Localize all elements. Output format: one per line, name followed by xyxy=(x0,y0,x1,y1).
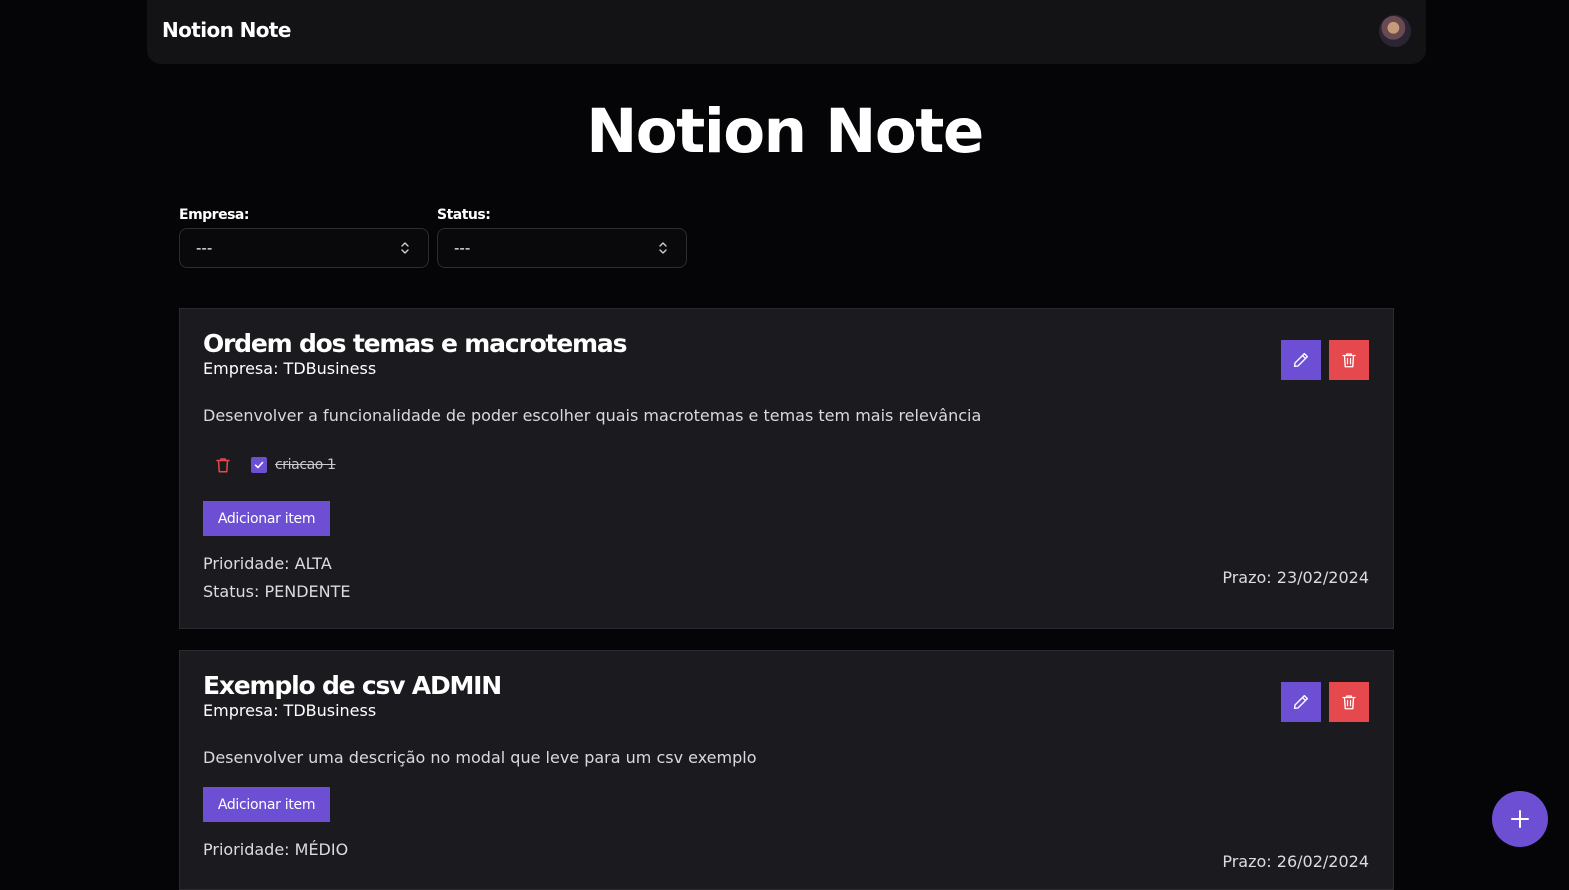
chevron-up-down-icon xyxy=(401,242,409,254)
add-item-button[interactable]: Adicionar item xyxy=(203,787,330,822)
trash-icon xyxy=(1342,353,1356,368)
pencil-icon xyxy=(1293,694,1309,710)
trash-icon xyxy=(1342,695,1356,710)
edit-task-button[interactable] xyxy=(1281,340,1321,380)
brand-name[interactable]: Notion Note xyxy=(162,18,291,42)
task-title: Exemplo de csv ADMIN xyxy=(203,671,502,700)
plus-icon xyxy=(1511,810,1529,828)
task-description: Desenvolver uma descrição no modal que l… xyxy=(203,748,757,767)
task-status: Status: PENDENTE xyxy=(203,582,351,601)
delete-task-button[interactable] xyxy=(1329,682,1369,722)
page-title: Notion Note xyxy=(586,96,984,167)
task-card: Exemplo de csv ADMIN Empresa: TDBusiness… xyxy=(179,650,1394,890)
task-priority: Prioridade: MÉDIO xyxy=(203,840,349,859)
task-priority: Prioridade: ALTA xyxy=(203,554,332,573)
item-checkbox[interactable] xyxy=(251,457,267,473)
checklist-item-text: criacao 1 xyxy=(275,457,336,473)
filter-empresa-label: Empresa: xyxy=(179,207,249,223)
chevron-up-down-icon xyxy=(659,242,667,254)
status-select-value: --- xyxy=(454,239,471,257)
task-card: Ordem dos temas e macrotemas Empresa: TD… xyxy=(179,308,1394,629)
filter-status: Status: --- xyxy=(437,207,687,268)
task-company: Empresa: TDBusiness xyxy=(203,701,377,720)
status-select[interactable]: --- xyxy=(437,228,687,268)
empresa-select[interactable]: --- xyxy=(179,228,429,268)
delete-task-button[interactable] xyxy=(1329,340,1369,380)
user-avatar[interactable] xyxy=(1379,15,1411,47)
add-task-button[interactable] xyxy=(1492,791,1548,847)
delete-item-button[interactable] xyxy=(214,455,232,475)
task-description: Desenvolver a funcionalidade de poder es… xyxy=(203,406,982,425)
empresa-select-value: --- xyxy=(196,239,213,257)
filter-status-label: Status: xyxy=(437,207,491,223)
top-navbar: Notion Note xyxy=(147,0,1426,64)
edit-task-button[interactable] xyxy=(1281,682,1321,722)
task-company: Empresa: TDBusiness xyxy=(203,359,377,378)
task-title: Ordem dos temas e macrotemas xyxy=(203,329,627,358)
trash-icon xyxy=(216,458,230,473)
filter-empresa: Empresa: --- xyxy=(179,207,429,268)
task-deadline: Prazo: 23/02/2024 xyxy=(1222,568,1369,587)
task-deadline: Prazo: 26/02/2024 xyxy=(1222,852,1369,871)
add-item-button[interactable]: Adicionar item xyxy=(203,501,330,536)
checklist-item: criacao 1 xyxy=(214,454,336,476)
pencil-icon xyxy=(1293,352,1309,368)
check-icon xyxy=(254,461,264,469)
